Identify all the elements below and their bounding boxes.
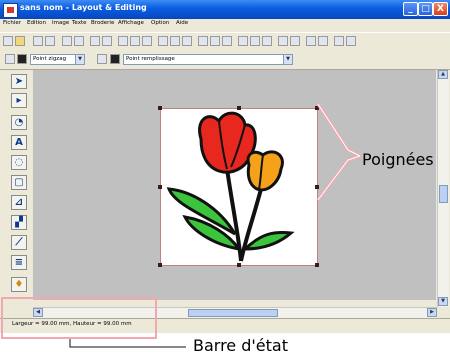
callout-lines — [69, 103, 361, 348]
status-bar-callout-label: Barre d'état — [193, 336, 288, 355]
handles-callout-label: Poignées — [362, 150, 434, 169]
